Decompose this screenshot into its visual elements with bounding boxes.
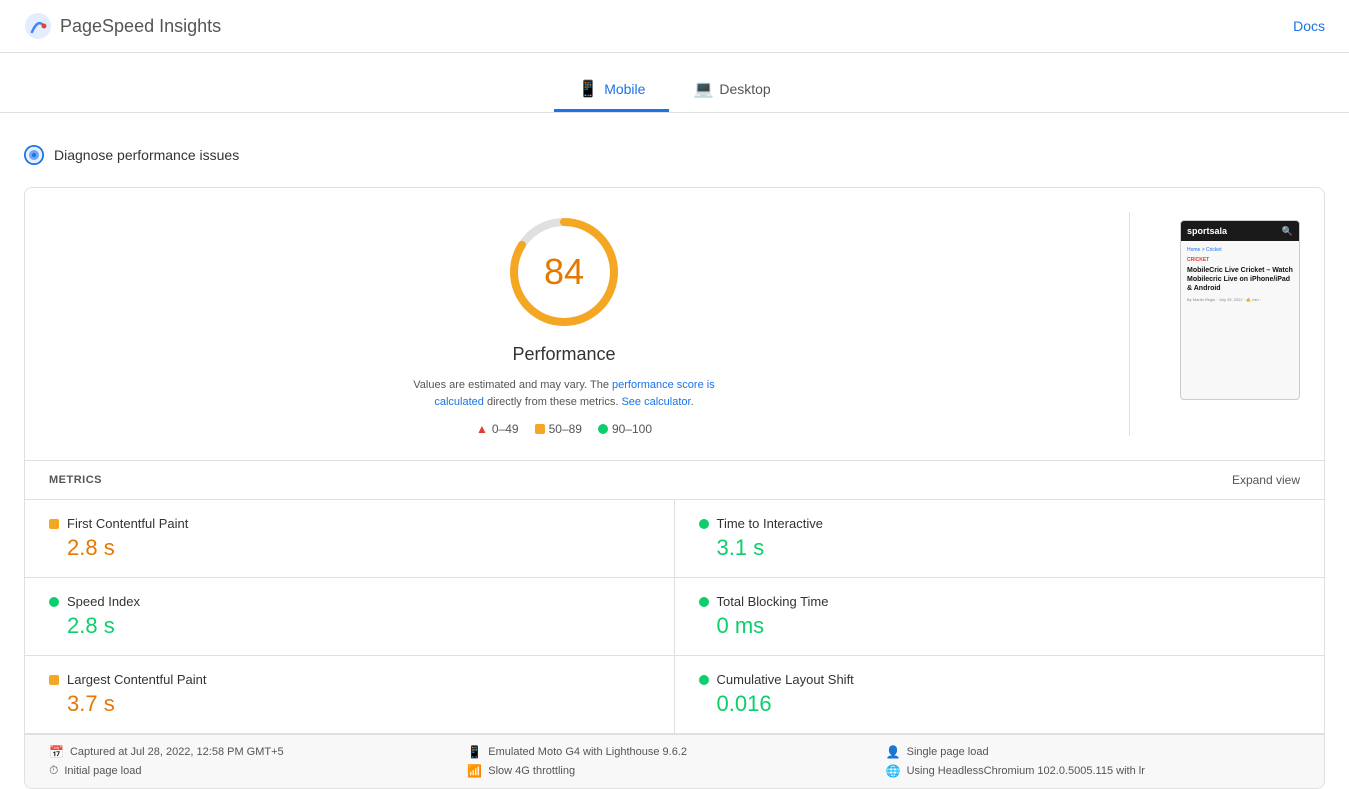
- mobile-icon: 📱: [578, 79, 598, 99]
- footer-initial-load-text: Initial page load: [64, 765, 141, 777]
- screenshot-header: sportsala 🔍: [1181, 221, 1299, 241]
- tab-desktop[interactable]: 💻 Desktop: [669, 69, 794, 112]
- user-icon: 👤: [886, 745, 901, 759]
- metrics-title: METRICS: [49, 474, 102, 486]
- tabs-container: 📱 Mobile 💻 Desktop: [0, 53, 1349, 113]
- screenshot-area: sportsala 🔍 Home > Cricket CRICKET Mobil…: [1180, 212, 1300, 436]
- legend-average: 50–89: [535, 422, 582, 436]
- metric-cell-cls: Cumulative Layout Shift 0.016: [675, 656, 1325, 734]
- docs-link[interactable]: Docs: [1293, 18, 1325, 34]
- score-circle: 84: [504, 212, 624, 332]
- metrics-grid: First Contentful Paint 2.8 s Time to Int…: [25, 499, 1324, 734]
- legend-fail: ▲ 0–49: [476, 422, 519, 436]
- desktop-icon: 💻: [693, 79, 713, 99]
- metric-name-tbt: Total Blocking Time: [717, 594, 829, 609]
- legend-pass: 90–100: [598, 422, 652, 436]
- metric-name-row-cls: Cumulative Layout Shift: [699, 672, 1301, 687]
- metrics-header: METRICS Expand view: [25, 461, 1324, 499]
- metric-name-row-fcp: First Contentful Paint: [49, 516, 650, 531]
- device-icon: 📱: [467, 745, 482, 759]
- metric-indicator-tti: [699, 519, 709, 529]
- footer-device: 📱 Emulated Moto G4 with Lighthouse 9.6.2: [467, 745, 881, 759]
- metric-name-row-tbt: Total Blocking Time: [699, 594, 1301, 609]
- pagespeed-logo-icon: [24, 12, 52, 40]
- metric-name-fcp: First Contentful Paint: [67, 516, 188, 531]
- metric-cell-tbt: Total Blocking Time 0 ms: [675, 578, 1325, 656]
- metric-indicator-fcp: [49, 519, 59, 529]
- score-legend: ▲ 0–49 50–89 90–100: [476, 422, 652, 436]
- metric-value-fcp: 2.8 s: [49, 535, 650, 561]
- diagnose-section: Diagnose performance issues: [0, 133, 1349, 177]
- metric-value-lcp: 3.7 s: [49, 691, 650, 717]
- legend-pass-label: 90–100: [612, 422, 652, 436]
- metric-value-si: 2.8 s: [49, 613, 650, 639]
- metric-name-cls: Cumulative Layout Shift: [717, 672, 854, 687]
- screenshot-meta: By Martin Regis · July 26, 2022 · ✍ min …: [1187, 297, 1293, 302]
- footer-browser: 🌐 Using HeadlessChromium 102.0.5005.115 …: [886, 763, 1300, 778]
- metric-indicator-tbt: [699, 597, 709, 607]
- footer-captured-text: Captured at Jul 28, 2022, 12:58 PM GMT+5: [70, 746, 284, 758]
- metric-indicator-lcp: [49, 675, 59, 685]
- diagnose-icon: [24, 145, 44, 165]
- footer-initial-load: ⏱ Initial page load: [49, 763, 463, 778]
- footer-device-text: Emulated Moto G4 with Lighthouse 9.6.2: [488, 746, 687, 758]
- performance-label: Performance: [512, 344, 615, 365]
- vertical-divider: [1129, 212, 1130, 436]
- screenshot-category: CRICKET: [1187, 257, 1293, 263]
- screenshot-mock: sportsala 🔍 Home > Cricket CRICKET Mobil…: [1180, 220, 1300, 400]
- legend-average-label: 50–89: [549, 422, 582, 436]
- score-area: 84 Performance Values are estimated and …: [49, 212, 1079, 436]
- tab-desktop-label: Desktop: [719, 81, 770, 97]
- footer-browser-text: Using HeadlessChromium 102.0.5005.115 wi…: [907, 765, 1145, 777]
- logo-area: PageSpeed Insights: [24, 12, 221, 40]
- legend-pass-icon: [598, 424, 608, 434]
- metric-name-row-lcp: Largest Contentful Paint: [49, 672, 650, 687]
- screenshot-breadcrumb: Home > Cricket: [1187, 247, 1293, 253]
- footer-throttling-text: Slow 4G throttling: [488, 765, 575, 777]
- metric-name-row-tti: Time to Interactive: [699, 516, 1301, 531]
- metric-cell-tti: Time to Interactive 3.1 s: [675, 500, 1325, 578]
- screenshot-site-name: sportsala: [1187, 226, 1227, 236]
- footer-captured: 📅 Captured at Jul 28, 2022, 12:58 PM GMT…: [49, 745, 463, 759]
- footer-single-page-text: Single page load: [907, 746, 989, 758]
- footer-throttling: 📶 Slow 4G throttling: [467, 763, 881, 778]
- tab-mobile-label: Mobile: [604, 81, 645, 97]
- globe-icon: 🌐: [886, 764, 901, 778]
- main-card: 84 Performance Values are estimated and …: [24, 187, 1325, 789]
- header: PageSpeed Insights Docs: [0, 0, 1349, 53]
- metric-value-cls: 0.016: [699, 691, 1301, 717]
- metric-cell-fcp: First Contentful Paint 2.8 s: [25, 500, 675, 578]
- metric-name-row-si: Speed Index: [49, 594, 650, 609]
- metric-name-si: Speed Index: [67, 594, 140, 609]
- metric-cell-si: Speed Index 2.8 s: [25, 578, 675, 656]
- metric-value-tbt: 0 ms: [699, 613, 1301, 639]
- performance-score: 84: [544, 251, 584, 293]
- app-title: PageSpeed Insights: [60, 16, 221, 37]
- metric-value-tti: 3.1 s: [699, 535, 1301, 561]
- score-note: Values are estimated and may vary. The p…: [404, 377, 724, 410]
- screenshot-title: MobileCric Live Cricket – Watch Mobilecr…: [1187, 266, 1293, 293]
- clock-icon: ⏱: [49, 763, 58, 778]
- footer-bar: 📅 Captured at Jul 28, 2022, 12:58 PM GMT…: [25, 734, 1324, 788]
- legend-fail-label: 0–49: [492, 422, 519, 436]
- legend-average-icon: [535, 424, 545, 434]
- screenshot-search-icon: 🔍: [1282, 226, 1293, 237]
- metric-cell-lcp: Largest Contentful Paint 3.7 s: [25, 656, 675, 734]
- metric-indicator-si: [49, 597, 59, 607]
- signal-icon: 📶: [467, 764, 482, 778]
- legend-fail-icon: ▲: [476, 422, 488, 436]
- screenshot-body: Home > Cricket CRICKET MobileCric Live C…: [1181, 241, 1299, 399]
- expand-view-button[interactable]: Expand view: [1232, 473, 1300, 487]
- calculator-link[interactable]: See calculator: [621, 396, 690, 408]
- calendar-icon: 📅: [49, 745, 64, 759]
- tab-mobile[interactable]: 📱 Mobile: [554, 69, 669, 112]
- metric-indicator-cls: [699, 675, 709, 685]
- metric-name-tti: Time to Interactive: [717, 516, 823, 531]
- footer-single-page: 👤 Single page load: [886, 745, 1300, 759]
- metric-name-lcp: Largest Contentful Paint: [67, 672, 206, 687]
- performance-section: 84 Performance Values are estimated and …: [25, 188, 1324, 460]
- diagnose-label: Diagnose performance issues: [54, 147, 239, 163]
